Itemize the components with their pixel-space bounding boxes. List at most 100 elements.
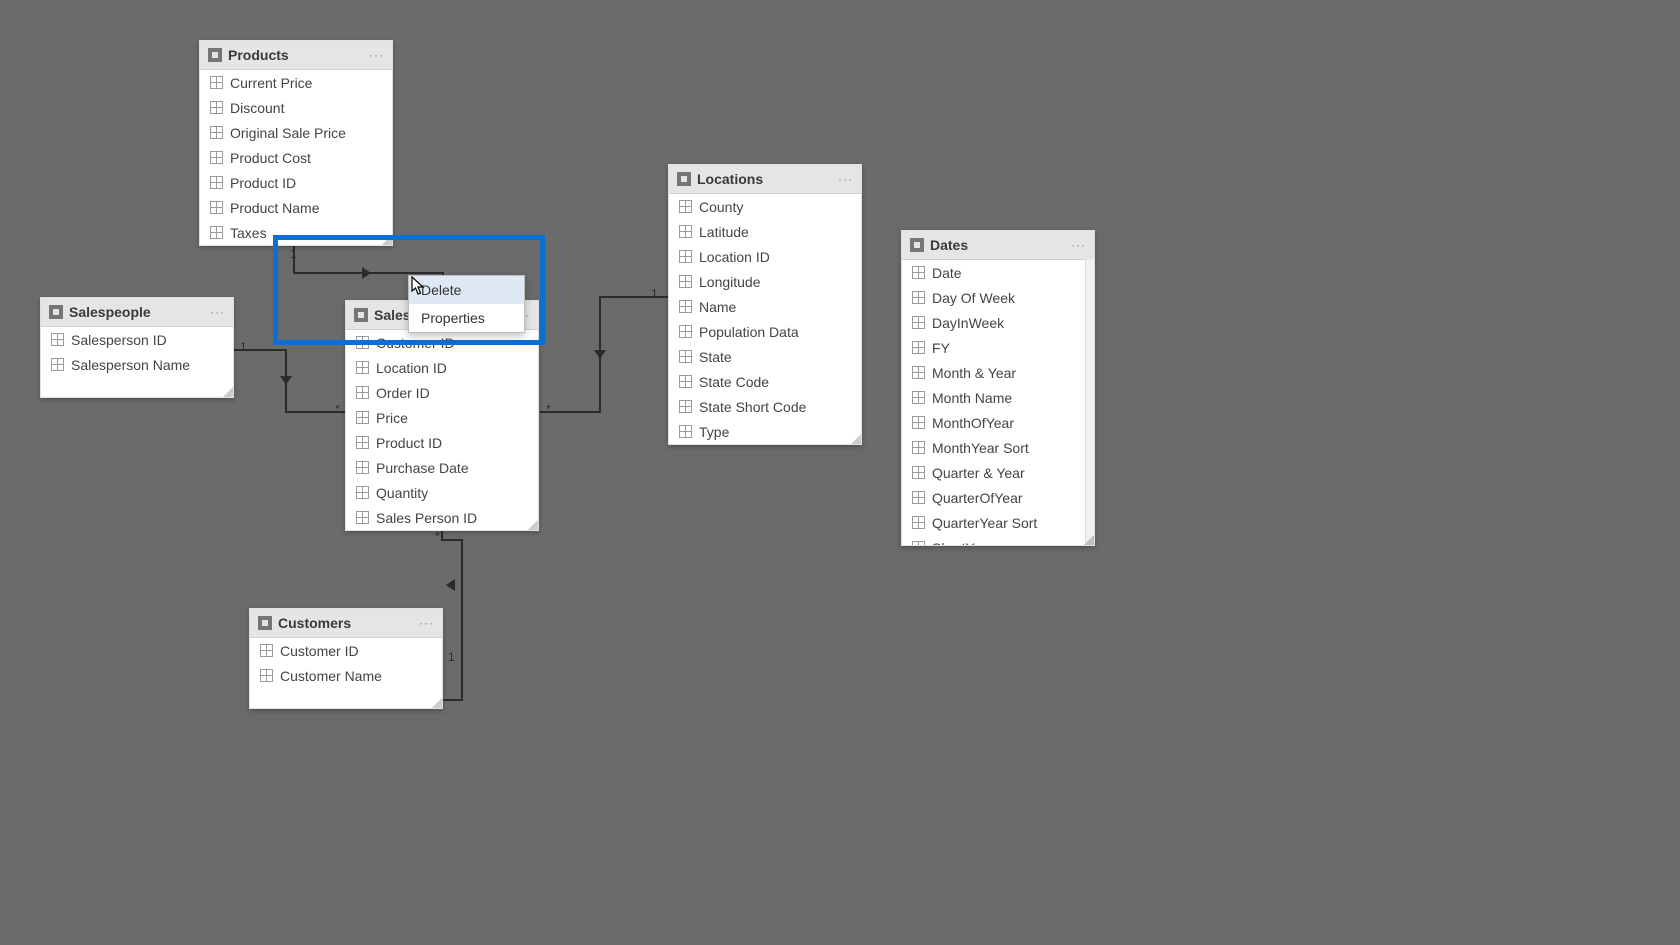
field-row[interactable]: Product ID (346, 430, 538, 455)
field-row[interactable]: Order ID (346, 380, 538, 405)
field-row[interactable]: Product ID (200, 170, 392, 195)
field-icon (51, 358, 64, 371)
more-options-icon[interactable]: ··· (419, 616, 434, 630)
cardinality-one: 1 (240, 340, 247, 354)
field-row[interactable]: FY (902, 335, 1094, 360)
table-icon (208, 48, 222, 62)
table-salespeople[interactable]: Salespeople ··· Salesperson ID Salespers… (40, 297, 234, 398)
table-header[interactable]: Salespeople ··· (41, 298, 233, 327)
cardinality-one: 1 (651, 287, 658, 301)
field-icon (260, 644, 273, 657)
field-row[interactable]: Discount (200, 95, 392, 120)
table-header[interactable]: Customers ··· (250, 609, 442, 638)
field-row[interactable]: Quantity (346, 480, 538, 505)
field-icon (356, 436, 369, 449)
resize-handle[interactable] (1084, 535, 1094, 545)
field-icon (679, 275, 692, 288)
field-row[interactable]: Current Price (200, 70, 392, 95)
more-options-icon[interactable]: ··· (210, 305, 225, 319)
field-icon (356, 486, 369, 499)
field-row[interactable]: DayInWeek (902, 310, 1094, 335)
field-row[interactable]: Purchase Date (346, 455, 538, 480)
resize-handle[interactable] (223, 387, 233, 397)
field-icon (912, 291, 925, 304)
field-icon (679, 425, 692, 438)
table-header[interactable]: Dates ··· (902, 231, 1094, 260)
menu-delete[interactable]: Delete (409, 276, 524, 304)
field-row[interactable]: Longitude (669, 269, 861, 294)
table-icon (677, 172, 691, 186)
field-row[interactable]: Original Sale Price (200, 120, 392, 145)
field-row[interactable]: State Short Code (669, 394, 861, 419)
field-row[interactable]: QuarterYear Sort (902, 510, 1094, 535)
table-header[interactable]: Products ··· (200, 41, 392, 70)
field-row[interactable]: Salesperson Name (41, 352, 233, 377)
field-row[interactable]: Name (669, 294, 861, 319)
scrollbar[interactable] (1085, 259, 1094, 545)
field-row[interactable]: Month & Year (902, 360, 1094, 385)
field-row[interactable]: Sales Person ID (346, 505, 538, 530)
arrow-icon (280, 376, 292, 385)
field-row[interactable]: Location ID (669, 244, 861, 269)
field-icon (679, 225, 692, 238)
field-icon (210, 126, 223, 139)
field-icon (210, 226, 223, 239)
table-products[interactable]: Products ··· Current Price Discount Orig… (199, 40, 393, 246)
menu-properties[interactable]: Properties (409, 304, 524, 332)
field-icon (356, 511, 369, 524)
field-icon (210, 76, 223, 89)
field-row[interactable]: Customer Name (250, 663, 442, 688)
field-icon (679, 300, 692, 313)
field-row[interactable]: MonthOfYear (902, 410, 1094, 435)
table-locations[interactable]: Locations ··· County Latitude Location I… (668, 164, 862, 445)
field-icon (912, 416, 925, 429)
table-title: Customers (278, 615, 351, 631)
field-row[interactable]: Latitude (669, 219, 861, 244)
field-row[interactable]: MonthYear Sort (902, 435, 1094, 460)
field-row[interactable]: Quarter & Year (902, 460, 1094, 485)
table-title: Products (228, 47, 289, 63)
field-icon (912, 466, 925, 479)
resize-handle[interactable] (432, 698, 442, 708)
field-icon (912, 391, 925, 404)
field-row[interactable]: Location ID (346, 355, 538, 380)
table-title: Dates (930, 237, 968, 253)
resize-handle[interactable] (851, 434, 861, 444)
field-row[interactable]: Month Name (902, 385, 1094, 410)
resize-handle[interactable] (528, 520, 538, 530)
field-icon (210, 201, 223, 214)
field-row[interactable]: Customer ID (250, 638, 442, 663)
field-row[interactable]: Price (346, 405, 538, 430)
more-options-icon[interactable]: ··· (1071, 238, 1086, 252)
field-row[interactable]: Date (902, 260, 1094, 285)
field-row[interactable]: Type (669, 419, 861, 444)
table-title: Salespeople (69, 304, 151, 320)
table-customers[interactable]: Customers ··· Customer ID Customer Name (249, 608, 443, 709)
field-row[interactable]: County (669, 194, 861, 219)
table-title: Locations (697, 171, 763, 187)
table-dates[interactable]: Dates ··· Date Day Of Week DayInWeek FY … (901, 230, 1095, 546)
more-options-icon[interactable]: ··· (838, 172, 853, 186)
field-icon (912, 316, 925, 329)
field-icon (679, 250, 692, 263)
field-row[interactable]: ShortYear (902, 535, 1094, 546)
field-row[interactable]: Day Of Week (902, 285, 1094, 310)
table-header[interactable]: Locations ··· (669, 165, 861, 194)
model-canvas[interactable]: 1 1 1 1 * * * * Products ··· Current Pri… (0, 0, 1680, 945)
context-menu[interactable]: Delete Properties (408, 275, 525, 333)
field-row[interactable]: QuarterOfYear (902, 485, 1094, 510)
field-icon (912, 491, 925, 504)
field-icon (356, 386, 369, 399)
field-row[interactable]: Population Data (669, 319, 861, 344)
field-icon (260, 669, 273, 682)
field-icon (210, 101, 223, 114)
arrow-icon (446, 579, 455, 591)
field-icon (356, 361, 369, 374)
field-row[interactable]: State Code (669, 369, 861, 394)
field-icon (679, 400, 692, 413)
field-row[interactable]: Product Cost (200, 145, 392, 170)
field-row[interactable]: State (669, 344, 861, 369)
field-row[interactable]: Product Name (200, 195, 392, 220)
field-row[interactable]: Salesperson ID (41, 327, 233, 352)
more-options-icon[interactable]: ··· (369, 48, 384, 62)
